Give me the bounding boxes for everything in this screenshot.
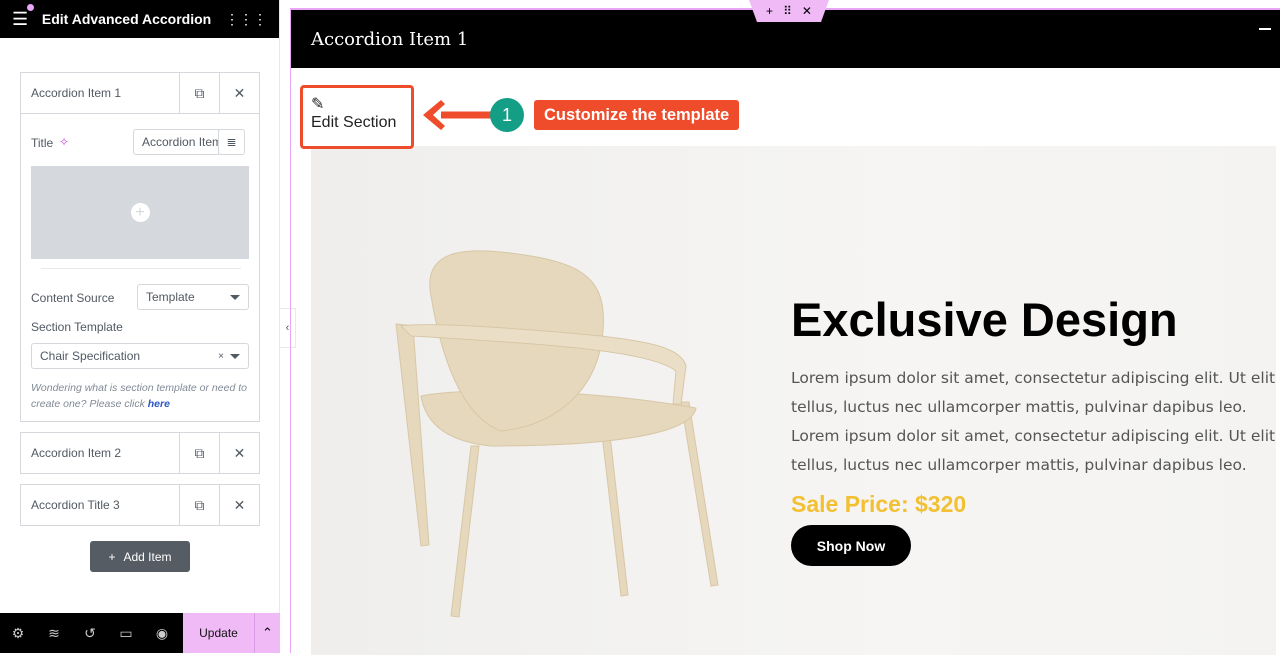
- clear-icon[interactable]: ×: [218, 351, 224, 362]
- section-template-label: Section Template: [31, 320, 123, 334]
- chevron-down-icon: [230, 353, 240, 359]
- accordion-item-1[interactable]: Accordion Item 1 ⧉ ✕: [20, 72, 260, 114]
- ai-sparkle-icon[interactable]: ✧: [59, 135, 69, 149]
- preview-eye-icon[interactable]: ◉: [144, 625, 180, 642]
- close-icon[interactable]: ✕: [219, 73, 259, 113]
- template-hero-section: Exclusive Design Lorem ipsum dolor sit a…: [311, 146, 1276, 655]
- plus-icon: +: [108, 549, 116, 564]
- annotation-arrow: [423, 100, 493, 130]
- dynamic-tags-icon[interactable]: ≣: [218, 129, 245, 155]
- template-preview-area[interactable]: +: [31, 166, 249, 259]
- chevron-down-icon: [230, 294, 240, 300]
- panel-header: ☰ Edit Advanced Accordion ⋮⋮⋮: [0, 0, 279, 38]
- history-icon[interactable]: ↺: [72, 625, 108, 642]
- help-text: Wondering what is section template or ne…: [31, 380, 253, 412]
- accordion-title: Accordion Item 1: [311, 28, 469, 50]
- item-label: Accordion Item 1: [31, 86, 122, 100]
- add-icon[interactable]: +: [130, 203, 150, 222]
- add-section-icon[interactable]: +: [766, 4, 773, 18]
- section-template-select[interactable]: Chair Specification ×: [31, 343, 249, 369]
- notification-dot: [27, 4, 34, 11]
- duplicate-icon[interactable]: ⧉: [179, 433, 219, 473]
- content-source-select[interactable]: Template: [137, 284, 249, 310]
- selected-value: Template: [146, 290, 195, 304]
- title-input[interactable]: Accordion Item 1: [133, 129, 219, 155]
- help-link[interactable]: here: [148, 398, 170, 410]
- divider: [41, 268, 241, 269]
- delete-section-icon[interactable]: ✕: [802, 4, 812, 18]
- accordion-item-2[interactable]: Accordion Item 2 ⧉ ✕: [20, 432, 260, 474]
- chair-image: [395, 250, 719, 618]
- add-item-button[interactable]: + Add Item: [90, 541, 190, 572]
- edit-section-button[interactable]: ✎ Edit Section: [300, 85, 414, 149]
- grid-icon[interactable]: ⋮⋮⋮: [225, 11, 267, 28]
- edit-section-label: Edit Section: [311, 114, 397, 131]
- content-source-label: Content Source: [31, 291, 115, 305]
- close-icon[interactable]: ✕: [219, 485, 259, 525]
- step-badge: 1: [490, 98, 524, 132]
- accordion-item-3[interactable]: Accordion Title 3 ⧉ ✕: [20, 484, 260, 526]
- item-label: Accordion Title 3: [31, 498, 120, 512]
- menu-icon[interactable]: ☰: [12, 9, 28, 30]
- section-handle: + ⠿ ✕: [749, 0, 829, 22]
- annotation-callout: Customize the template: [534, 100, 740, 130]
- hero-paragraph: Lorem ipsum dolor sit amet, consectetur …: [791, 369, 1276, 474]
- drag-handle-icon[interactable]: ⠿: [783, 4, 792, 18]
- canvas-preview: Accordion Item 1 + ⠿ ✕ Exclusive Design Lo…: [290, 0, 1280, 655]
- pencil-icon: ✎: [311, 96, 325, 113]
- close-icon[interactable]: ✕: [219, 433, 259, 473]
- accordion-item-1-settings: Title ✧ Accordion Item 1 ≣ + Content Sou…: [20, 113, 260, 422]
- chevron-up-icon[interactable]: ⌃: [254, 613, 280, 653]
- panel-title: Edit Advanced Accordion: [41, 11, 212, 27]
- title-label: Title: [31, 136, 54, 150]
- settings-icon[interactable]: ⚙: [0, 625, 36, 642]
- layers-icon[interactable]: ≋: [36, 625, 72, 642]
- help-text-body: Wondering what is section template or ne…: [31, 382, 247, 410]
- responsive-icon[interactable]: ▭: [108, 625, 144, 642]
- hero-heading: Exclusive Design: [791, 293, 1178, 346]
- duplicate-icon[interactable]: ⧉: [179, 73, 219, 113]
- shop-now-button[interactable]: Shop Now: [791, 525, 911, 566]
- item-label: Accordion Item 2: [31, 446, 122, 460]
- collapse-icon[interactable]: [1259, 28, 1271, 30]
- duplicate-icon[interactable]: ⧉: [179, 485, 219, 525]
- panel-footer: ⚙ ≋ ↺ ▭ ◉ Update ⌃: [0, 613, 280, 653]
- add-item-label: Add Item: [123, 549, 172, 564]
- update-button[interactable]: Update: [183, 613, 254, 653]
- editor-panel: ☰ Edit Advanced Accordion ⋮⋮⋮ Accordion …: [0, 0, 280, 653]
- selected-value: Chair Specification: [40, 349, 141, 363]
- sale-price: Sale Price: $320: [791, 491, 967, 517]
